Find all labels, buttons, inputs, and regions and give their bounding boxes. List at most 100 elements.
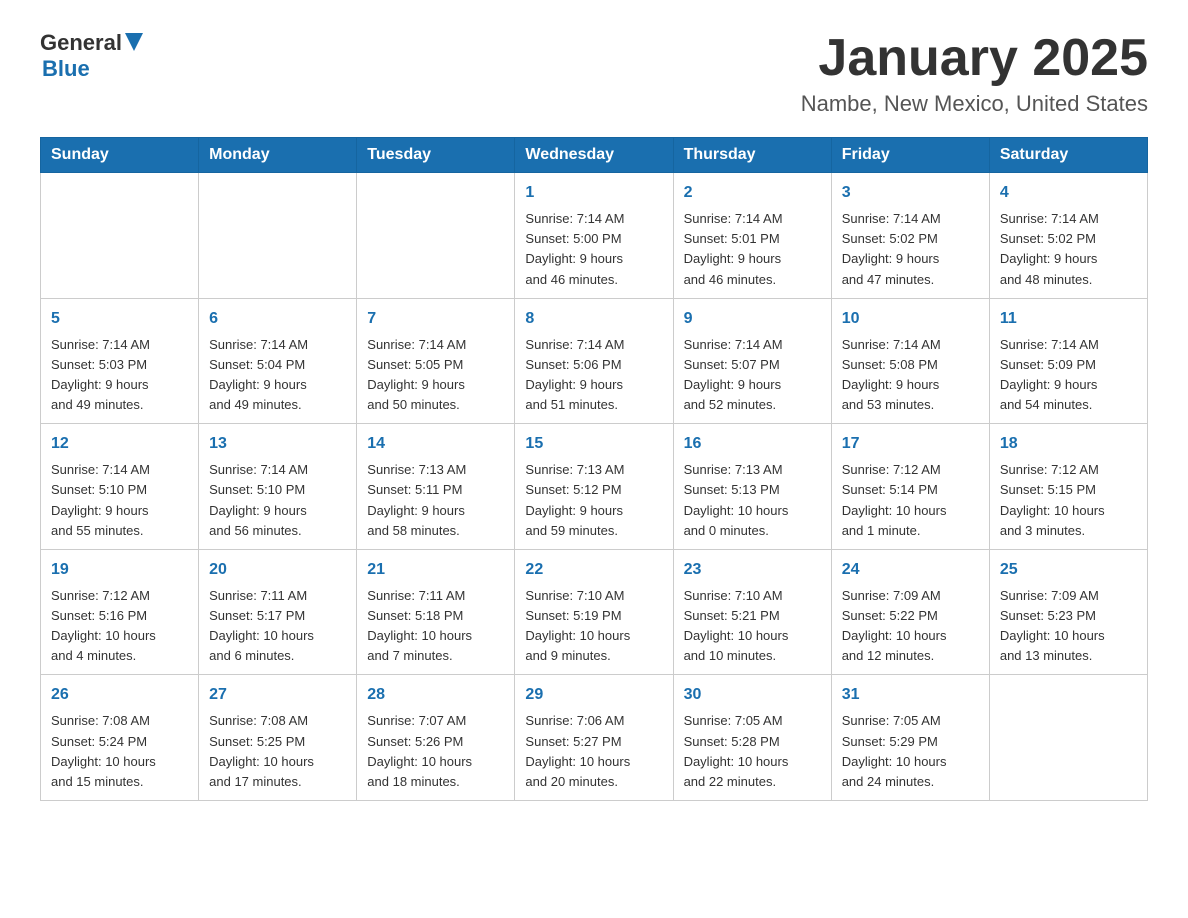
day-number: 21 [367,558,504,582]
day-number: 7 [367,307,504,331]
day-info: Sunrise: 7:12 AM Sunset: 5:15 PM Dayligh… [1000,462,1105,537]
calendar-title: January 2025 [801,30,1148,87]
day-info: Sunrise: 7:13 AM Sunset: 5:11 PM Dayligh… [367,462,466,537]
day-info: Sunrise: 7:10 AM Sunset: 5:19 PM Dayligh… [525,588,630,663]
day-info: Sunrise: 7:14 AM Sunset: 5:00 PM Dayligh… [525,211,624,286]
logo-text-general: General [40,30,122,56]
day-info: Sunrise: 7:14 AM Sunset: 5:07 PM Dayligh… [684,337,783,412]
calendar-subtitle: Nambe, New Mexico, United States [801,91,1148,117]
calendar-day-cell: 10Sunrise: 7:14 AM Sunset: 5:08 PM Dayli… [831,298,989,424]
day-number: 1 [525,181,662,205]
day-info: Sunrise: 7:10 AM Sunset: 5:21 PM Dayligh… [684,588,789,663]
calendar-day-cell: 26 Sunrise: 7:08 AM Sunset: 5:24 PM Dayli… [41,675,199,801]
calendar-day-cell: 15 Sunrise: 7:13 AM Sunset: 5:12 PM Dayli… [515,424,673,550]
calendar-day-cell: 12Sunrise: 7:14 AM Sunset: 5:10 PM Dayli… [41,424,199,550]
calendar-day-cell: 13 Sunrise: 7:14 AM Sunset: 5:10 PM Dayli… [199,424,357,550]
calendar-day-cell: 16Sunrise: 7:13 AM Sunset: 5:13 PM Dayli… [673,424,831,550]
day-info: Sunrise: 7:11 AM Sunset: 5:18 PM Dayligh… [367,588,472,663]
calendar-day-cell: 7Sunrise: 7:14 AM Sunset: 5:05 PM Daylig… [357,298,515,424]
calendar-week-row: 1 Sunrise: 7:14 AM Sunset: 5:00 PM Daylig… [41,173,1148,299]
day-number: 24 [842,558,979,582]
calendar-day-cell [989,675,1147,801]
day-info: Sunrise: 7:12 AM Sunset: 5:16 PM Dayligh… [51,588,156,663]
calendar-day-cell: 22 Sunrise: 7:10 AM Sunset: 5:19 PM Dayli… [515,549,673,675]
calendar-day-cell: 14 Sunrise: 7:13 AM Sunset: 5:11 PM Dayli… [357,424,515,550]
day-number: 13 [209,432,346,456]
calendar-day-cell: 19 Sunrise: 7:12 AM Sunset: 5:16 PM Dayli… [41,549,199,675]
day-info: Sunrise: 7:06 AM Sunset: 5:27 PM Dayligh… [525,713,630,788]
calendar-day-cell: 23Sunrise: 7:10 AM Sunset: 5:21 PM Dayli… [673,549,831,675]
day-info: Sunrise: 7:08 AM Sunset: 5:24 PM Dayligh… [51,713,156,788]
day-number: 19 [51,558,188,582]
calendar-day-cell: 27Sunrise: 7:08 AM Sunset: 5:25 PM Dayli… [199,675,357,801]
day-number: 6 [209,307,346,331]
day-number: 31 [842,683,979,707]
logo: General Blue [40,30,143,82]
day-info: Sunrise: 7:11 AM Sunset: 5:17 PM Dayligh… [209,588,314,663]
day-number: 2 [684,181,821,205]
calendar-day-cell: 20 Sunrise: 7:11 AM Sunset: 5:17 PM Dayli… [199,549,357,675]
calendar-table: SundayMondayTuesdayWednesdayThursdayFrid… [40,137,1148,801]
calendar-week-row: 19 Sunrise: 7:12 AM Sunset: 5:16 PM Dayli… [41,549,1148,675]
calendar-day-cell: 11 Sunrise: 7:14 AM Sunset: 5:09 PM Dayli… [989,298,1147,424]
weekday-header-cell: Thursday [673,138,831,173]
calendar-day-cell: 6 Sunrise: 7:14 AM Sunset: 5:04 PM Daylig… [199,298,357,424]
day-info: Sunrise: 7:14 AM Sunset: 5:06 PM Dayligh… [525,337,624,412]
day-number: 20 [209,558,346,582]
calendar-day-cell: 1 Sunrise: 7:14 AM Sunset: 5:00 PM Daylig… [515,173,673,299]
calendar-body: 1 Sunrise: 7:14 AM Sunset: 5:00 PM Daylig… [41,173,1148,801]
calendar-day-cell: 3Sunrise: 7:14 AM Sunset: 5:02 PM Daylig… [831,173,989,299]
title-block: January 2025 Nambe, New Mexico, United S… [801,30,1148,117]
page-header: General Blue January 2025 Nambe, New Mex… [40,30,1148,117]
day-info: Sunrise: 7:14 AM Sunset: 5:10 PM Dayligh… [209,462,308,537]
day-number: 29 [525,683,662,707]
calendar-day-cell [41,173,199,299]
day-number: 3 [842,181,979,205]
day-number: 5 [51,307,188,331]
weekday-header-cell: Sunday [41,138,199,173]
calendar-day-cell: 29 Sunrise: 7:06 AM Sunset: 5:27 PM Dayli… [515,675,673,801]
day-info: Sunrise: 7:14 AM Sunset: 5:01 PM Dayligh… [684,211,783,286]
logo-arrow-icon [125,33,143,51]
calendar-day-cell: 28Sunrise: 7:07 AM Sunset: 5:26 PM Dayli… [357,675,515,801]
calendar-day-cell [357,173,515,299]
weekday-header-cell: Saturday [989,138,1147,173]
day-number: 10 [842,307,979,331]
calendar-week-row: 12Sunrise: 7:14 AM Sunset: 5:10 PM Dayli… [41,424,1148,550]
weekday-header-cell: Friday [831,138,989,173]
day-number: 14 [367,432,504,456]
calendar-day-cell: 25Sunrise: 7:09 AM Sunset: 5:23 PM Dayli… [989,549,1147,675]
calendar-day-cell [199,173,357,299]
weekday-header-row: SundayMondayTuesdayWednesdayThursdayFrid… [41,138,1148,173]
logo-text-blue: Blue [42,56,90,82]
day-number: 28 [367,683,504,707]
day-number: 15 [525,432,662,456]
day-number: 22 [525,558,662,582]
day-number: 18 [1000,432,1137,456]
day-info: Sunrise: 7:14 AM Sunset: 5:09 PM Dayligh… [1000,337,1099,412]
day-info: Sunrise: 7:13 AM Sunset: 5:12 PM Dayligh… [525,462,624,537]
day-number: 30 [684,683,821,707]
day-number: 11 [1000,307,1137,331]
calendar-day-cell: 9 Sunrise: 7:14 AM Sunset: 5:07 PM Daylig… [673,298,831,424]
day-number: 27 [209,683,346,707]
weekday-header-cell: Monday [199,138,357,173]
calendar-day-cell: 5Sunrise: 7:14 AM Sunset: 5:03 PM Daylig… [41,298,199,424]
day-number: 25 [1000,558,1137,582]
day-info: Sunrise: 7:14 AM Sunset: 5:04 PM Dayligh… [209,337,308,412]
calendar-day-cell: 31Sunrise: 7:05 AM Sunset: 5:29 PM Dayli… [831,675,989,801]
day-number: 17 [842,432,979,456]
day-info: Sunrise: 7:09 AM Sunset: 5:22 PM Dayligh… [842,588,947,663]
day-number: 9 [684,307,821,331]
calendar-day-cell: 30 Sunrise: 7:05 AM Sunset: 5:28 PM Dayli… [673,675,831,801]
calendar-day-cell: 21 Sunrise: 7:11 AM Sunset: 5:18 PM Dayli… [357,549,515,675]
weekday-header-cell: Wednesday [515,138,673,173]
day-info: Sunrise: 7:13 AM Sunset: 5:13 PM Dayligh… [684,462,789,537]
calendar-week-row: 26 Sunrise: 7:08 AM Sunset: 5:24 PM Dayli… [41,675,1148,801]
day-info: Sunrise: 7:14 AM Sunset: 5:02 PM Dayligh… [1000,211,1099,286]
calendar-week-row: 5Sunrise: 7:14 AM Sunset: 5:03 PM Daylig… [41,298,1148,424]
day-number: 26 [51,683,188,707]
calendar-day-cell: 8Sunrise: 7:14 AM Sunset: 5:06 PM Daylig… [515,298,673,424]
day-info: Sunrise: 7:05 AM Sunset: 5:28 PM Dayligh… [684,713,789,788]
calendar-day-cell: 24 Sunrise: 7:09 AM Sunset: 5:22 PM Dayli… [831,549,989,675]
